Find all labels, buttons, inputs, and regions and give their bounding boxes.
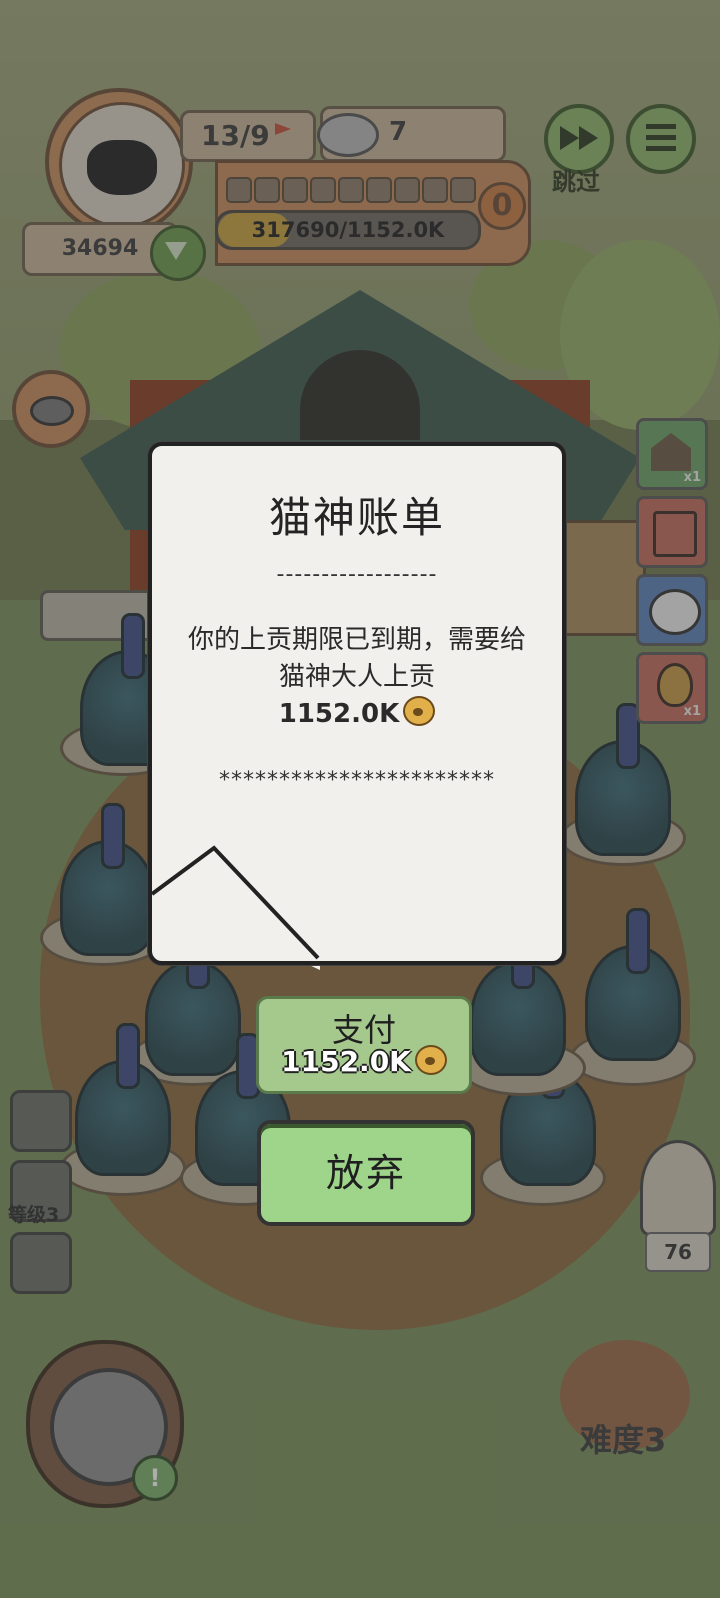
pay-button[interactable]: 支付 1152.0K [256, 996, 472, 1094]
dialog-amount: 1152.0K [278, 699, 400, 729]
paw-coin-icon [403, 696, 436, 726]
dialog-title: 猫神账单 [268, 493, 445, 542]
dialog-message: 你的上贡期限已到期，需要给猫神大人上贡 1152.0K [182, 622, 532, 733]
paw-coin-icon [414, 1045, 447, 1075]
dialog-divider-bottom: *********************** [219, 768, 495, 793]
give-up-label: 放弃 [325, 1151, 406, 1195]
pay-amount: 1152.0K [259, 1045, 469, 1078]
dialog-message-text: 你的上贡期限已到期，需要给猫神大人上贡 [187, 625, 526, 692]
dialog-divider-top: ------------------ [276, 562, 438, 587]
dialog-tail-outline [150, 845, 320, 960]
give-up-button[interactable]: 放弃 [257, 1120, 475, 1226]
pay-amount-text: 1152.0K [281, 1045, 411, 1078]
